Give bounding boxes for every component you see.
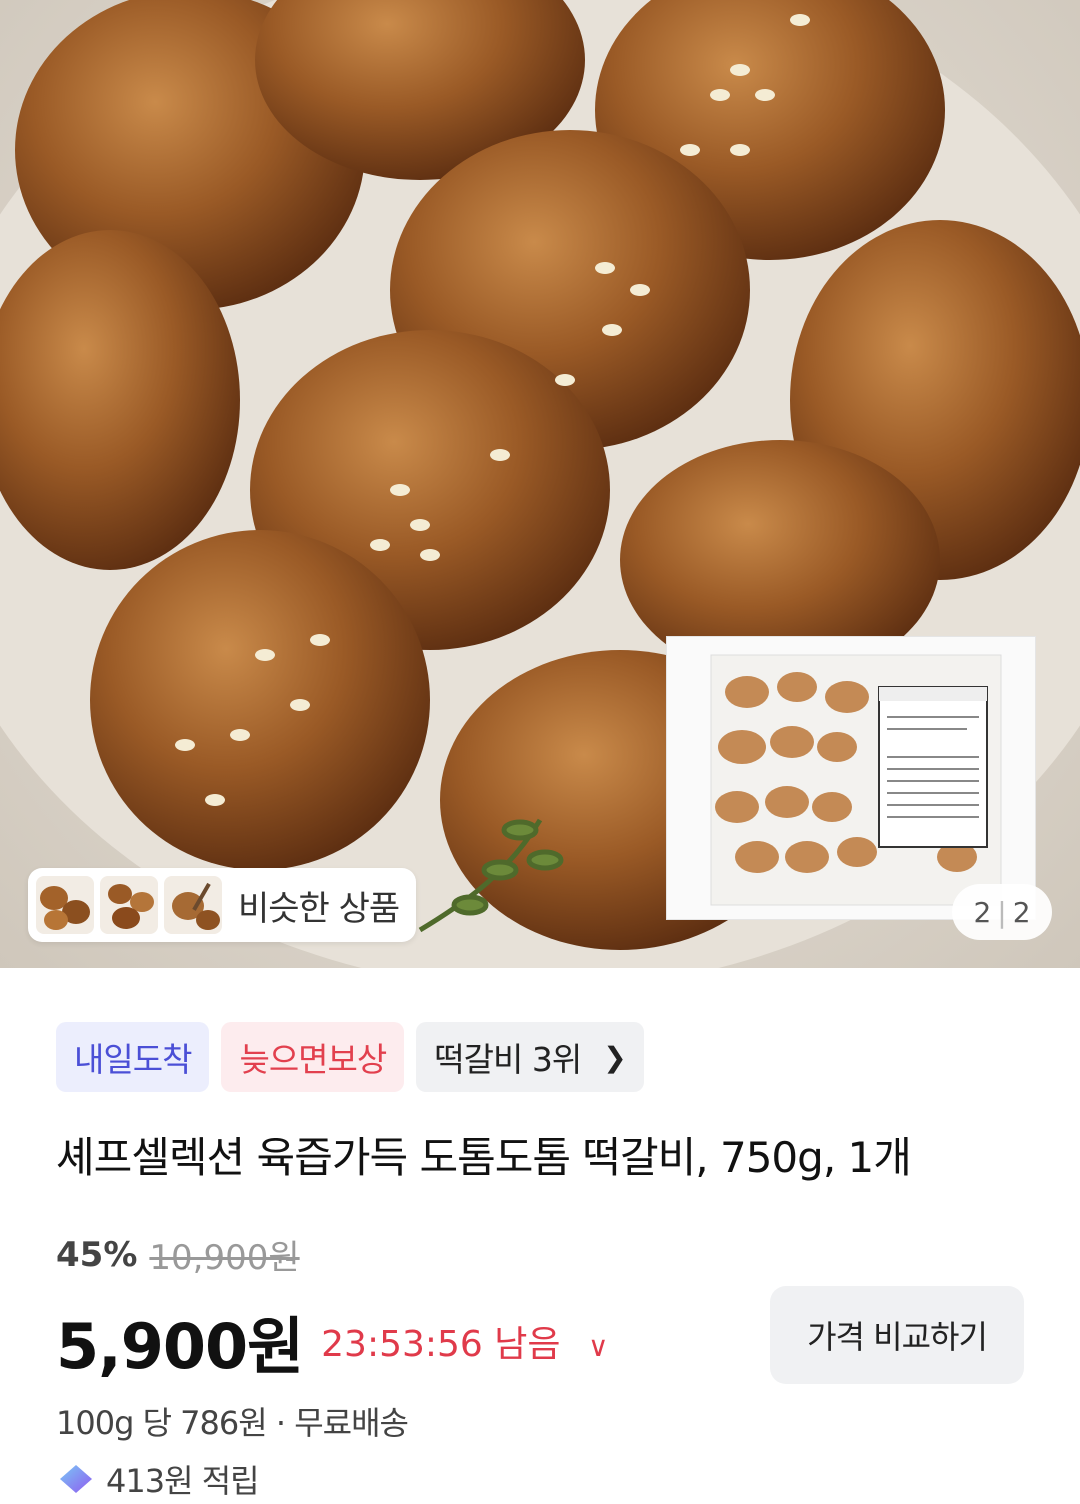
chevron-right-icon: ❯ <box>603 1040 626 1074</box>
package-image <box>666 636 1036 920</box>
deal-timer[interactable]: 23:53:56 남음 ∨ <box>321 1315 608 1367</box>
reward-icon <box>60 1465 92 1493</box>
deal-timer-text: 23:53:56 남음 <box>321 1324 561 1365</box>
similar-thumb-3 <box>164 876 222 934</box>
chevron-down-icon: ∨ <box>587 1330 609 1363</box>
similar-products-button[interactable]: 비슷한 상품 <box>28 868 416 942</box>
pager-current: 2 <box>973 895 992 929</box>
reward-amount: 413원 적립 <box>106 1462 260 1500</box>
discount-row: 45% 10,900원 <box>56 1230 300 1279</box>
badge-ranking-label: 떡갈비 3위 <box>434 1040 582 1079</box>
badge-ranking[interactable]: 떡갈비 3위 ❯ <box>416 1022 644 1092</box>
sale-price: 5,900원 <box>56 1310 304 1383</box>
badge-row: 내일도착 늦으면보상 떡갈비 3위 ❯ <box>56 1022 644 1092</box>
original-price: 10,900원 <box>149 1238 300 1278</box>
pager-total: 2 <box>1012 895 1031 929</box>
badge-late-compensation[interactable]: 늦으면보상 <box>221 1022 405 1092</box>
similar-thumb-1 <box>36 876 94 934</box>
product-title: 셰프셀렉션 육즙가득 도톰도톰 떡갈비, 750g, 1개 <box>56 1133 912 1182</box>
reward-row: 413원 적립 <box>56 1456 260 1502</box>
unit-price-shipping: 100g 당 786원 · 무료배송 <box>56 1398 409 1444</box>
price-compare-button[interactable]: 가격 비교하기 <box>770 1286 1024 1384</box>
similar-thumb-2 <box>100 876 158 934</box>
image-pager: 2 | 2 <box>952 884 1052 940</box>
badge-tomorrow-delivery[interactable]: 내일도착 <box>56 1022 210 1092</box>
similar-products-label: 비슷한 상품 <box>238 888 400 929</box>
unit-price: 100g 당 786원 <box>56 1404 268 1442</box>
shipping-info: 무료배송 <box>294 1404 409 1442</box>
price-row: 5,900원 23:53:56 남음 ∨ <box>56 1296 608 1386</box>
separator-dot: · <box>275 1404 295 1442</box>
product-image[interactable]: 비슷한 상품 2 | 2 <box>0 0 1080 968</box>
discount-percent: 45% <box>56 1234 138 1275</box>
